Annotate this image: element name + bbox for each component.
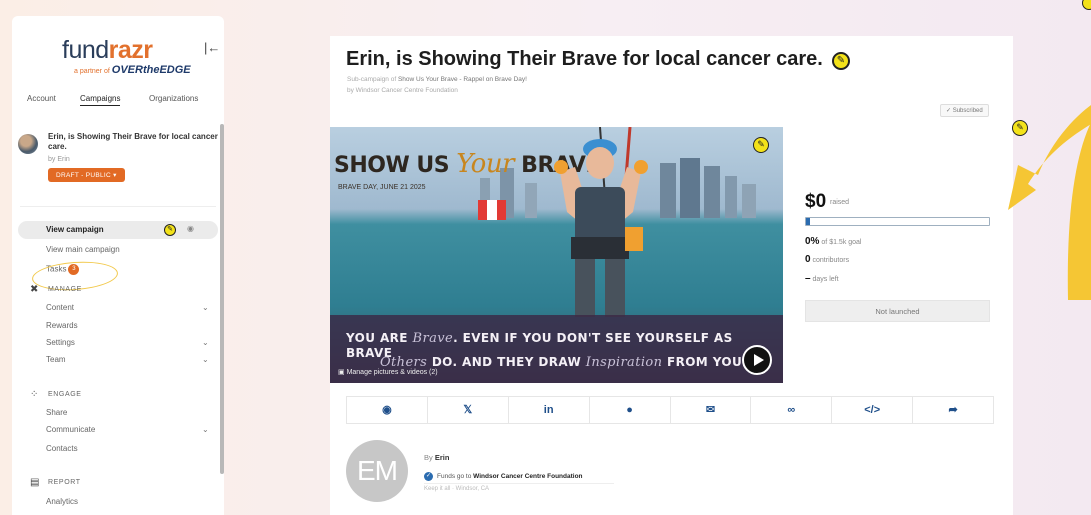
email-icon[interactable]: ✉ [671,397,752,423]
raised-amount: $0 [805,191,827,212]
collapse-sidebar-icon[interactable]: |← [204,40,220,55]
tab-campaigns[interactable]: Campaigns [80,94,121,106]
not-launched-button[interactable]: Not launched [805,300,990,322]
contributors-count: 0 contributors [805,254,850,265]
edit-image-pencil-icon[interactable]: ✎ [753,137,769,153]
nav-settings[interactable]: Settings [46,338,75,347]
nav-view-main-campaign[interactable]: View main campaign [46,245,120,254]
subscribed-button[interactable]: ✓ Subscribed [940,104,989,117]
manage-pictures-link[interactable]: ▣ Manage pictures & videos (2) [338,368,438,376]
nav-contacts[interactable]: Contacts [46,444,78,453]
link-icon[interactable]: ∞ [751,397,833,423]
chevron-down-icon[interactable]: ⌄ [202,303,209,312]
status-badge[interactable]: DRAFT - PUBLIC ▾ [48,168,125,182]
progress-fill [806,218,810,225]
edit-title-pencil-icon[interactable]: ✎ [832,52,850,70]
campaign-owner: by Erin [48,156,70,163]
fundrazr-logo[interactable]: fundrazr a partner of OVERtheEDGE [62,38,191,77]
funding-stats: $0 raised 0% of $1.5k goal 0 contributor… [783,127,1013,383]
canada-flag [478,200,506,220]
avatar[interactable]: EM [346,440,408,502]
campaign-thumbnail [18,134,38,154]
section-engage: ⁘ ENGAGE [30,389,82,400]
raised-label: raised [830,199,850,206]
nav-analytics[interactable]: Analytics [46,497,78,506]
x-icon[interactable]: 𝕏 [428,397,509,423]
nav-content[interactable]: Content [46,303,74,312]
hero-date: BRAVE DAY, JUNE 21 2025 [338,184,426,191]
sidebar: fundrazr a partner of OVERtheEDGE |← Acc… [12,16,224,515]
parent-campaign-link[interactable]: Show Us Your Brave - Rappel on Brave Day… [398,76,527,83]
nav-rewards[interactable]: Rewards [46,321,78,330]
share-icon[interactable]: ➦ [913,397,993,423]
chevron-down-icon[interactable]: ⌄ [202,425,209,434]
tab-account[interactable]: Account [27,94,56,103]
play-video-button[interactable] [742,345,772,375]
verified-check-icon: ✓ [424,472,433,481]
messenger-icon[interactable]: ● [590,397,671,423]
beneficiary-link[interactable]: Windsor Cancer Centre Foundation [473,473,582,480]
edit-pencil-icon[interactable]: ✎ [164,224,176,236]
divider [20,206,216,207]
nav-share[interactable]: Share [46,408,67,417]
chevron-down-icon[interactable]: ⌄ [202,355,209,364]
campaign-title: Erin, is Showing Their Brave for local c… [48,132,218,151]
goal-percent: 0% of $1.5k goal [805,236,862,247]
nav-view-campaign[interactable]: View campaign [46,225,104,234]
funds-destination: ✓ Funds go to Windsor Cancer Centre Found… [424,472,583,481]
annotation-arrow-icon [1008,105,1091,300]
rappeller-photo [554,127,648,317]
sub-campaign-line: Sub-campaign of Show Us Your Brave - Rap… [347,76,527,83]
sidebar-scrollbar[interactable] [220,124,224,474]
owner-byline: By Erin [424,453,450,462]
network-icon: ⁘ [30,389,39,400]
embed-icon[interactable]: </> [832,397,914,423]
divider [424,483,614,484]
section-manage: ✖ MANAGE [30,284,82,295]
section-report: ▤ REPORT [30,477,81,488]
nav-communicate[interactable]: Communicate [46,425,95,434]
owner-name-link[interactable]: Erin [435,453,450,462]
chart-icon: ▤ [30,477,41,488]
tools-icon: ✖ [30,284,39,295]
chevron-down-icon[interactable]: ⌄ [202,338,209,347]
share-bar: ◉ 𝕏 in ● ✉ ∞ </> ➦ [346,396,994,424]
edit-pencil-icon[interactable] [1082,0,1091,10]
linkedin-icon[interactable]: in [509,397,590,423]
funding-model: Keep it all · Windsor, CA [424,486,490,492]
eye-icon[interactable]: ◉ [187,224,194,233]
facebook-icon[interactable]: ◉ [347,397,428,423]
days-left: – days left [805,273,839,284]
progress-bar [805,217,990,226]
campaign-hero-image[interactable]: SHOW US Your BRAVE BRAVE DAY, JUNE 21 20… [330,127,783,383]
org-line[interactable]: by Windsor Cancer Centre Foundation [347,87,458,94]
tab-organizations[interactable]: Organizations [149,94,198,103]
page-title: Erin, is Showing Their Brave for local c… [346,48,823,70]
nav-team[interactable]: Team [46,355,66,364]
